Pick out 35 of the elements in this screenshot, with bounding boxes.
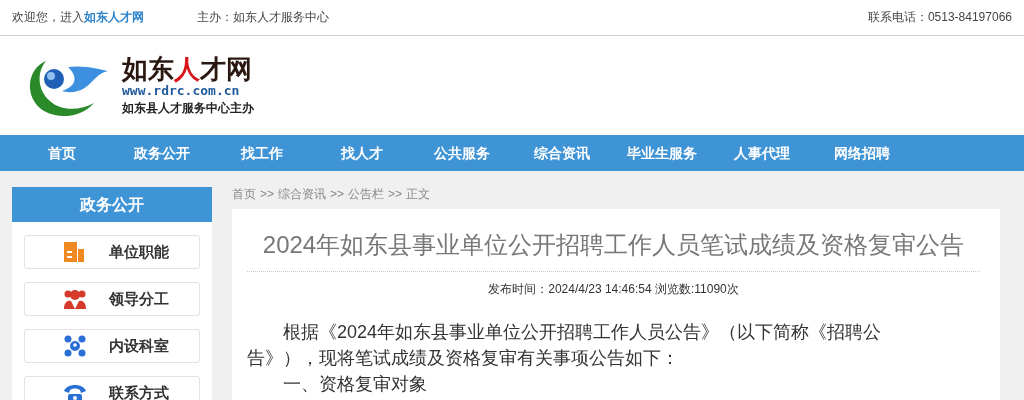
sidebar-item[interactable]: 领导分工: [24, 282, 200, 316]
host-text: 主办：如东人才服务中心: [197, 9, 330, 26]
article-paragraph: 一、资格复审对象: [282, 373, 428, 396]
nav-item[interactable]: 毕业生服务: [612, 135, 712, 171]
logo-url: www.rdrc.com.cn: [122, 82, 241, 99]
breadcrumb-link[interactable]: 综合资讯: [278, 185, 326, 203]
people-icon: [63, 287, 87, 311]
site-link[interactable]: 如东人才网: [84, 10, 144, 24]
sidebar-item[interactable]: 单位职能: [24, 235, 200, 269]
article-title: 2024年如东县事业单位公开招聘工作人员笔试成绩及资格复审公告: [247, 223, 980, 272]
nav-item[interactable]: 综合资讯: [512, 135, 612, 171]
building-icon: [63, 240, 87, 264]
logo-subtitle: 如东县人才服务中心主办: [122, 99, 254, 117]
sidebar-item[interactable]: 联系方式: [24, 376, 200, 400]
welcome-text: 欢迎您，进入如东人才网: [12, 9, 145, 26]
breadcrumb-link[interactable]: 公告栏: [348, 185, 385, 203]
sidebar-title: 政务公开: [12, 187, 212, 222]
breadcrumb-separator: >>: [330, 187, 345, 201]
nav-item[interactable]: 网络招聘: [812, 135, 912, 171]
network-icon: [63, 334, 87, 358]
nav-item[interactable]: 人事代理: [712, 135, 812, 171]
nav-item[interactable]: 公共服务: [412, 135, 512, 171]
article-meta: 发布时间：2024/4/23 14:46:54 浏览数:11090次: [487, 281, 740, 298]
phone-text: 联系电话：0513-84197066: [867, 9, 1012, 26]
nav-item[interactable]: 找工作: [212, 135, 312, 171]
article-paragraph: 根据《2024年如东县事业单位公开招聘工作人员公告》（以下简称《招聘公告》），现将笔试成绩及资格复审有关事项公告如下：: [247, 321, 883, 370]
breadcrumb-separator: >>: [260, 187, 274, 201]
breadcrumb-link[interactable]: 首页: [232, 185, 256, 203]
breadcrumb-separator: >>: [388, 187, 403, 201]
logo-title: 如东人才网: [122, 54, 253, 83]
breadcrumb-link[interactable]: 正文: [406, 185, 431, 203]
nav-item[interactable]: 首页: [12, 135, 112, 171]
nav-item[interactable]: 政务公开: [112, 135, 212, 171]
nav-item[interactable]: 找人才: [312, 135, 412, 171]
sidebar-item[interactable]: 内设科室: [24, 329, 200, 363]
